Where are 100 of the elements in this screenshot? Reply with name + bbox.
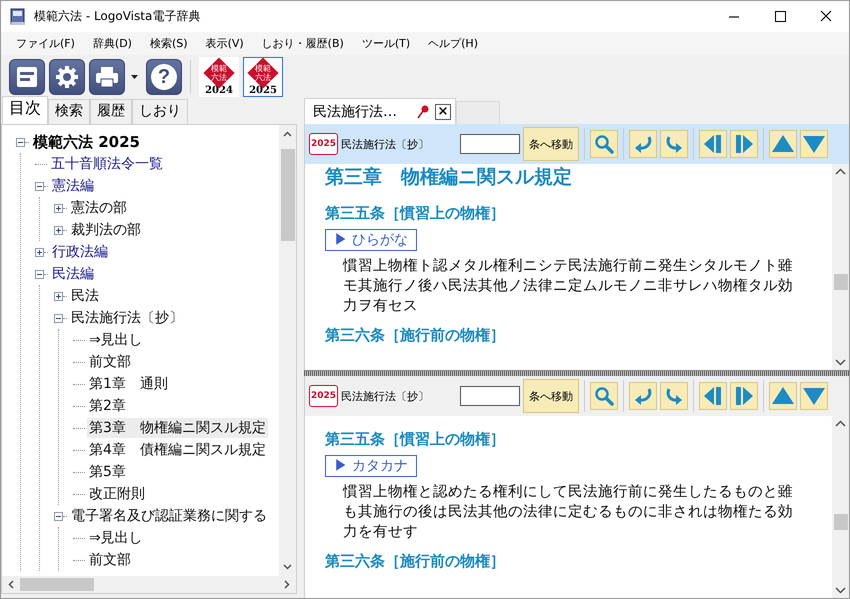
scroll-up-icon[interactable]	[835, 420, 846, 427]
chapter-heading: 第三章 物権編ニ関スル規定	[325, 165, 573, 190]
settings-button[interactable]	[49, 58, 85, 94]
tree-item[interactable]: 五十音順法令一覧	[49, 154, 165, 174]
document-title: 民法施行法〔抄〕	[341, 388, 430, 404]
search-button[interactable]	[590, 382, 618, 410]
tree-toggle-icon[interactable]	[16, 138, 25, 146]
caret-icon[interactable]	[131, 74, 138, 78]
tree-item[interactable]: 第3章 物権編ニ関スル規定	[87, 418, 268, 438]
down-triangle-icon	[802, 386, 826, 406]
tree-item[interactable]: 電子署名及び認証業務に関する	[69, 506, 269, 526]
tree-toggle-icon[interactable]	[54, 204, 63, 212]
forward-button[interactable]	[660, 130, 688, 158]
tree-toggle-icon[interactable]	[54, 226, 63, 234]
scroll-left-icon[interactable]	[8, 580, 14, 589]
pin-icon[interactable]	[417, 104, 429, 118]
up-triangle-icon	[771, 386, 796, 406]
article-heading: 第三六条［施行前の物権］	[325, 552, 506, 571]
menu-item[interactable]: ファイル(F)	[7, 36, 84, 51]
scroll-up-button[interactable]	[769, 382, 798, 410]
previous-button[interactable]	[699, 130, 728, 158]
scrollbar[interactable]	[279, 125, 296, 576]
next-icon	[733, 133, 756, 155]
edition-button[interactable]: 模範 六法 2024	[199, 56, 239, 96]
menu-item[interactable]: ヘルプ(H)	[419, 36, 487, 51]
search-button[interactable]	[590, 130, 618, 158]
scroll-thumb[interactable]	[834, 514, 848, 530]
tab-label: 民法施行法…	[313, 102, 397, 120]
scroll-down-button[interactable]	[800, 382, 828, 410]
tree-item[interactable]: 改正附則	[87, 484, 147, 504]
menu-item[interactable]: しおり・履歴(B)	[252, 36, 353, 51]
article-number-field[interactable]	[460, 134, 520, 154]
scroll-down-button[interactable]	[800, 130, 828, 158]
sidebar-tab[interactable]: 検索	[48, 99, 90, 124]
horizontal-scrollbar[interactable]	[2, 576, 296, 593]
sidebar-tab[interactable]: しおり	[132, 99, 188, 124]
tree-item[interactable]: 憲法の部	[69, 198, 129, 218]
scrollbar[interactable]	[832, 164, 849, 370]
tree-item[interactable]: 裁判法の部	[69, 220, 143, 240]
article-heading: 第三六条［施行前の物権］	[325, 326, 506, 345]
sidebar-tab[interactable]: 目次	[2, 96, 48, 124]
jump-button[interactable]: 条へ移動	[523, 127, 580, 161]
tree-item[interactable]: 行政法編	[50, 242, 110, 262]
tree-item[interactable]: 第4章 債権編ニ関スル規定	[87, 440, 268, 460]
tree-toggle-icon[interactable]	[35, 248, 44, 256]
tree-item[interactable]: 第2章	[87, 396, 128, 416]
edition-button[interactable]: 模範 六法 2025	[243, 56, 283, 96]
tree-item[interactable]: 民法編	[50, 264, 96, 284]
menu-item[interactable]: 表示(V)	[196, 36, 253, 51]
next-button[interactable]	[730, 382, 758, 410]
scroll-thumb[interactable]	[20, 578, 94, 591]
tree-item[interactable]: 前文部	[87, 550, 133, 570]
up-triangle-icon	[771, 134, 796, 154]
tree-toggle-icon[interactable]	[54, 314, 63, 322]
down-triangle-icon	[802, 134, 826, 154]
tree-toggle-icon[interactable]	[54, 292, 63, 300]
previous-button[interactable]	[699, 382, 728, 410]
script-toggle-button[interactable]: ▶ カタカナ	[325, 455, 417, 477]
tree-item[interactable]: 模範六法 2025	[31, 132, 142, 152]
tree-item[interactable]: 前文部	[87, 352, 133, 372]
scroll-thumb[interactable]	[280, 149, 294, 241]
menu-item[interactable]: ツール(T)	[352, 36, 420, 51]
tree-item[interactable]: 民法	[69, 286, 101, 306]
tree-item[interactable]: ⇒見出し	[87, 330, 145, 350]
scroll-down-icon[interactable]	[835, 359, 846, 366]
search-icon	[594, 386, 614, 406]
sidebar-tab[interactable]: 履歴	[90, 99, 132, 124]
tree-item[interactable]: ⇒見出し	[87, 528, 145, 548]
tree-toggle-icon[interactable]	[35, 182, 44, 190]
scroll-right-icon[interactable]	[284, 580, 290, 589]
pane-splitter[interactable]	[304, 370, 849, 376]
scroll-down-icon[interactable]	[835, 587, 846, 594]
scroll-thumb[interactable]	[834, 274, 848, 290]
help-button[interactable]: ?	[146, 58, 182, 94]
scroll-down-icon[interactable]	[283, 564, 292, 570]
scroll-up-icon[interactable]	[283, 131, 292, 137]
jump-button[interactable]: 条へ移動	[523, 379, 580, 413]
scroll-up-icon[interactable]	[835, 168, 846, 175]
back-button[interactable]	[629, 382, 658, 410]
next-button[interactable]	[730, 130, 758, 158]
document-tab[interactable]: 民法施行法… ×	[304, 98, 456, 124]
back-button[interactable]	[629, 130, 658, 158]
window-title: 模範六法 - LogoVista電子辞典	[34, 8, 202, 25]
tree-toggle-icon[interactable]	[54, 512, 63, 520]
menu-item[interactable]: 検索(S)	[140, 36, 197, 51]
tree-item[interactable]: 第1章 通則	[87, 374, 170, 394]
tree-item[interactable]: 民法施行法〔抄〕	[69, 308, 185, 328]
scroll-up-button[interactable]	[769, 130, 798, 158]
tree-item[interactable]: 憲法編	[50, 176, 96, 196]
script-toggle-button[interactable]: ▶ ひらがな	[325, 229, 417, 251]
tree-item[interactable]: 第5章	[87, 462, 128, 482]
article-number-field[interactable]	[460, 386, 520, 406]
close-tab-button[interactable]: ×	[435, 104, 451, 120]
tree-toggle-icon[interactable]	[35, 270, 44, 278]
article-text: 慣習上物権ト認メタル権利ニシテ民法施行前ニ発生シタルモノト雖モ其施行ノ後ハ民法其他ノ法律ニ定ムルモノニ非サレハ物権タル効力ヲ有セス	[343, 257, 794, 316]
scrollbar[interactable]	[832, 416, 849, 598]
print-button[interactable]	[89, 58, 125, 94]
document-button[interactable]	[9, 58, 45, 94]
forward-button[interactable]	[660, 382, 688, 410]
menu-item[interactable]: 辞典(D)	[84, 36, 141, 51]
